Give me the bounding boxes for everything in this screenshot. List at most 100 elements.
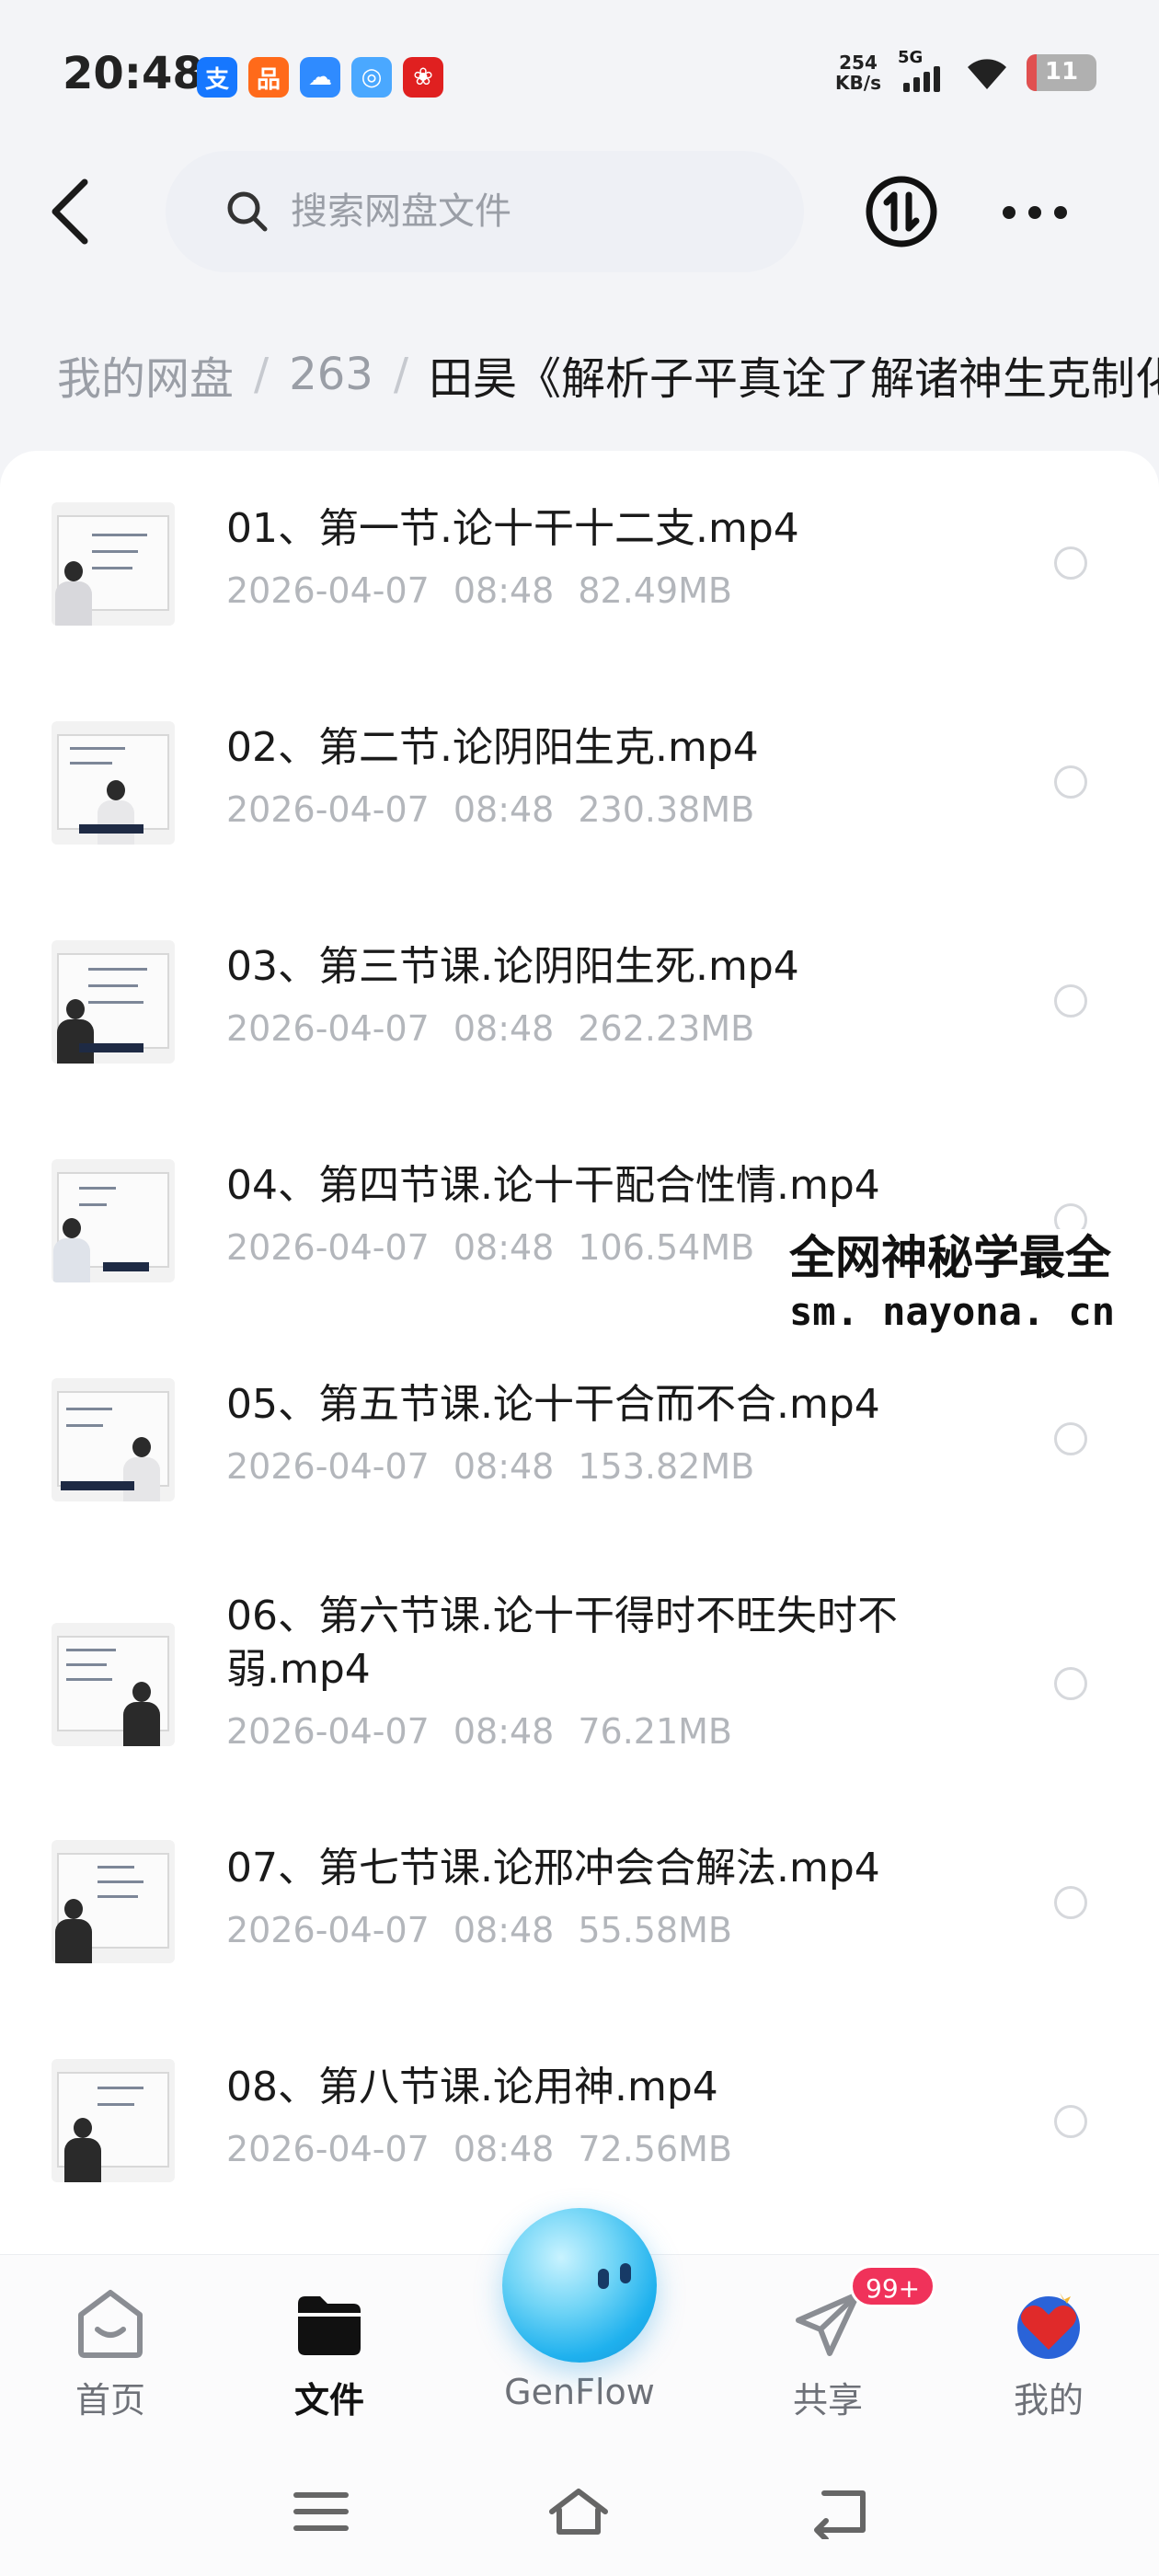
file-name: 05、第五节课.论十干合而不合.mp4 [226, 1381, 880, 1428]
watermark-line-1: 全网神秘学最全 [789, 1231, 1111, 1284]
network-speed-unit: KB/s [835, 72, 881, 94]
file-row[interactable]: 07、第七节课.论邢冲会合解法.mp4 2026-04-07 08:48 55.58… [0, 1818, 1159, 2037]
file-size: 262.23MB [578, 1008, 755, 1049]
file-row[interactable]: 05、第五节课.论十干合而不合.mp4 2026-04-07 08:48 153.8… [0, 1327, 1159, 1546]
file-meta: 2026-04-07 08:48 55.58MB [226, 1910, 732, 1950]
file-time: 08:48 [453, 1227, 555, 1268]
tab-mine-label: 我的 [1013, 2380, 1084, 2421]
breadcrumb-current: 田昊《解析子平真诠了解诸神生克制化 [428, 353, 1159, 405]
video-thumbnail [52, 1623, 175, 1746]
select-radio[interactable] [1054, 765, 1087, 799]
file-meta: 2026-04-07 08:48 230.38MB [226, 789, 754, 830]
video-thumbnail [52, 1159, 175, 1282]
tab-home-label: 首页 [75, 2380, 145, 2421]
file-row[interactable]: 01、第一节.论十干十二支.mp4 2026-04-07 08:48 82.49MB [0, 451, 1159, 670]
notification-badge: 99+ [850, 2265, 936, 2307]
wifi-icon [968, 59, 1006, 89]
file-list: 01、第一节.论十干十二支.mp4 2026-04-07 08:48 82.49MB… [0, 451, 1159, 2263]
watermark-overlay: 全网神秘学最全 sm. nayona. cn [784, 1229, 1121, 1338]
file-meta: 2026-04-07 08:48 72.56MB [226, 2129, 732, 2169]
file-meta: 2026-04-07 08:48 153.82MB [226, 1446, 754, 1487]
tab-files-label: 文件 [293, 2380, 364, 2421]
file-meta: 2026-04-07 08:48 262.23MB [226, 1008, 754, 1049]
file-date: 2026-04-07 [226, 570, 430, 611]
file-row[interactable]: 02、第二节.论阴阳生克.mp4 2026-04-07 08:48 230.38MB [0, 670, 1159, 889]
tab-files[interactable]: 文件 [256, 2287, 403, 2422]
battery-level: 11 [1044, 58, 1079, 86]
menu-icon[interactable] [289, 2484, 353, 2539]
back-arrow-icon[interactable] [44, 175, 99, 248]
more-options-icon[interactable] [1003, 197, 1067, 228]
profile-heart-icon [1017, 2293, 1080, 2359]
file-date: 2026-04-07 [226, 1008, 430, 1049]
file-time: 08:48 [453, 2129, 555, 2169]
network-speed: 254 KB/s [835, 52, 881, 93]
network-speed-value: 254 [839, 52, 878, 74]
tab-home[interactable]: 首页 [37, 2287, 184, 2422]
battery-icon: 11 [1027, 54, 1096, 91]
breadcrumb-separator: / [393, 349, 408, 400]
file-date: 2026-04-07 [226, 2129, 430, 2169]
back-icon[interactable] [806, 2484, 870, 2539]
file-time: 08:48 [453, 570, 555, 611]
video-thumbnail [52, 502, 175, 626]
tab-genflow[interactable]: GenFlow [488, 2364, 671, 2412]
genflow-app-icon: ◎ [351, 57, 392, 98]
file-name: 07、第七节课.论邢冲会合解法.mp4 [226, 1845, 880, 1892]
file-size: 230.38MB [578, 789, 755, 830]
search-input[interactable] [291, 190, 732, 233]
breadcrumb-root[interactable]: 我的网盘 [57, 342, 234, 407]
file-time: 08:48 [453, 1711, 555, 1752]
file-name: 02、第二节.论阴阳生克.mp4 [226, 724, 759, 771]
file-row[interactable]: 03、第三节课.论阴阳生死.mp4 2026-04-07 08:48 262.23M… [0, 889, 1159, 1108]
select-radio[interactable] [1054, 1422, 1087, 1455]
tab-mine[interactable]: 我的 [975, 2287, 1122, 2422]
select-radio[interactable] [1054, 1886, 1087, 1919]
pinduoduo-icon: ❀ [403, 57, 443, 98]
search-icon [227, 191, 268, 232]
file-time: 08:48 [453, 1008, 555, 1049]
transfer-list-icon[interactable] [865, 175, 938, 248]
status-app-icons: 支 品 ☁ ◎ ❀ [197, 57, 443, 98]
file-time: 08:48 [453, 789, 555, 830]
file-size: 106.54MB [578, 1227, 755, 1268]
file-time: 08:48 [453, 1910, 555, 1950]
file-name: 06、第六节课.论十干得时不旺失时不弱.mp4 [226, 1593, 898, 1693]
file-row[interactable]: 06、第六节课.论十干得时不旺失时不弱.mp4 2026-04-07 08:48 7… [0, 1546, 1159, 1818]
status-bar: 20:48 支 品 ☁ ◎ ❀ 254 KB/s 5G 11 [0, 0, 1159, 147]
file-time: 08:48 [453, 1446, 555, 1487]
file-size: 55.58MB [578, 1910, 733, 1950]
genflow-orb-icon[interactable] [502, 2208, 657, 2363]
select-radio[interactable] [1054, 984, 1087, 1018]
file-size: 72.56MB [578, 2129, 733, 2169]
select-radio[interactable] [1054, 2105, 1087, 2138]
folder-icon [298, 2296, 361, 2355]
app-orange-icon: 品 [248, 57, 289, 98]
file-meta: 2026-04-07 08:48 82.49MB [226, 570, 732, 611]
file-meta: 2026-04-07 08:48 106.54MB [226, 1227, 754, 1268]
cloud-app-icon: ☁ [300, 57, 340, 98]
file-date: 2026-04-07 [226, 789, 430, 830]
video-thumbnail [52, 1840, 175, 1963]
select-radio[interactable] [1054, 546, 1087, 580]
file-date: 2026-04-07 [226, 1446, 430, 1487]
status-indicators: 254 KB/s 5G 11 [835, 48, 1096, 94]
file-name: 08、第八节课.论用神.mp4 [226, 2064, 718, 2110]
breadcrumb-separator: / [254, 349, 270, 400]
tab-share-label: 共享 [792, 2380, 863, 2421]
home-smile-icon [78, 2290, 143, 2358]
tab-genflow-label: GenFlow [504, 2372, 655, 2412]
search-bar[interactable] [166, 151, 804, 272]
file-size: 82.49MB [578, 570, 733, 611]
breadcrumb: 我的网盘 / 263 / 田昊《解析子平真诠了解诸神生克制化 [57, 342, 1159, 407]
breadcrumb-folder[interactable]: 263 [289, 349, 373, 400]
select-radio[interactable] [1054, 1667, 1087, 1700]
file-date: 2026-04-07 [226, 1711, 430, 1752]
file-size: 76.21MB [578, 1711, 733, 1752]
file-size: 153.82MB [578, 1446, 755, 1487]
network-type: 5G [898, 48, 924, 67]
file-date: 2026-04-07 [226, 1227, 430, 1268]
watermark-line-2: sm. nayona. cn [789, 1289, 1116, 1334]
home-icon[interactable] [546, 2484, 611, 2539]
signal-5g-icon: 5G [898, 48, 947, 94]
